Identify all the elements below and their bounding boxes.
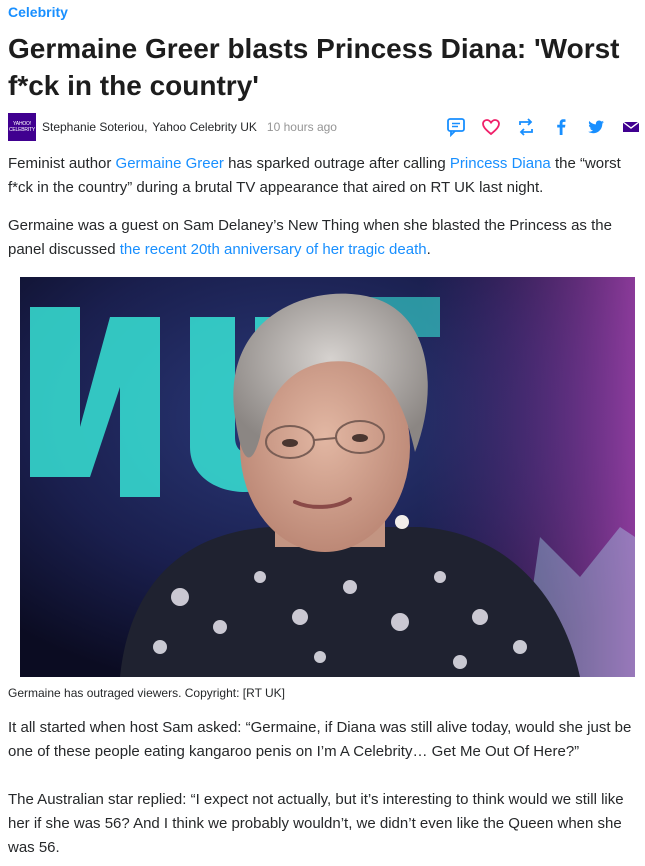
yahoo-celebrity-logo[interactable]: YAHOO! CELEBRITY [8, 113, 36, 141]
mail-icon[interactable] [613, 115, 645, 139]
article-photo[interactable] [20, 277, 635, 677]
category-link[interactable]: Celebrity [8, 4, 68, 20]
author-name[interactable]: Stephanie Soteriou, [42, 120, 147, 134]
text-span: . [426, 241, 431, 258]
text-span: has sparked outrage after calling [223, 155, 450, 172]
paragraph-1: Feminist author Germaine Greer has spark… [8, 152, 640, 200]
provider-name[interactable]: Yahoo Celebrity UK [152, 120, 257, 134]
image-caption: Germaine has outraged viewers. Copyright… [8, 686, 286, 700]
princess-diana-link[interactable]: Princess Diana [450, 155, 551, 172]
anniversary-link[interactable]: the recent 20th anniversary of her tragi… [120, 241, 427, 258]
comment-icon[interactable] [438, 115, 473, 139]
heart-icon[interactable] [473, 115, 508, 139]
retweet-icon[interactable] [508, 115, 543, 139]
twitter-icon[interactable] [578, 115, 613, 139]
germaine-greer-link[interactable]: Germaine Greer [116, 155, 224, 172]
share-bar [438, 113, 645, 141]
facebook-icon[interactable] [543, 115, 578, 139]
paragraph-3: It all started when host Sam asked: “Ger… [8, 719, 632, 760]
paragraph-2: Germaine was a guest on Sam Delaney’s Ne… [8, 214, 640, 262]
byline: YAHOO! CELEBRITY Stephanie Soteriou, Yah… [8, 113, 645, 141]
publish-time: 10 hours ago [266, 120, 337, 134]
text-span: Feminist author [8, 155, 116, 172]
paragraph-4: The Australian star replied: “I expect n… [8, 791, 624, 856]
article-headline: Germaine Greer blasts Princess Diana: 'W… [8, 33, 620, 101]
logo-subtext: CELEBRITY [9, 127, 35, 133]
